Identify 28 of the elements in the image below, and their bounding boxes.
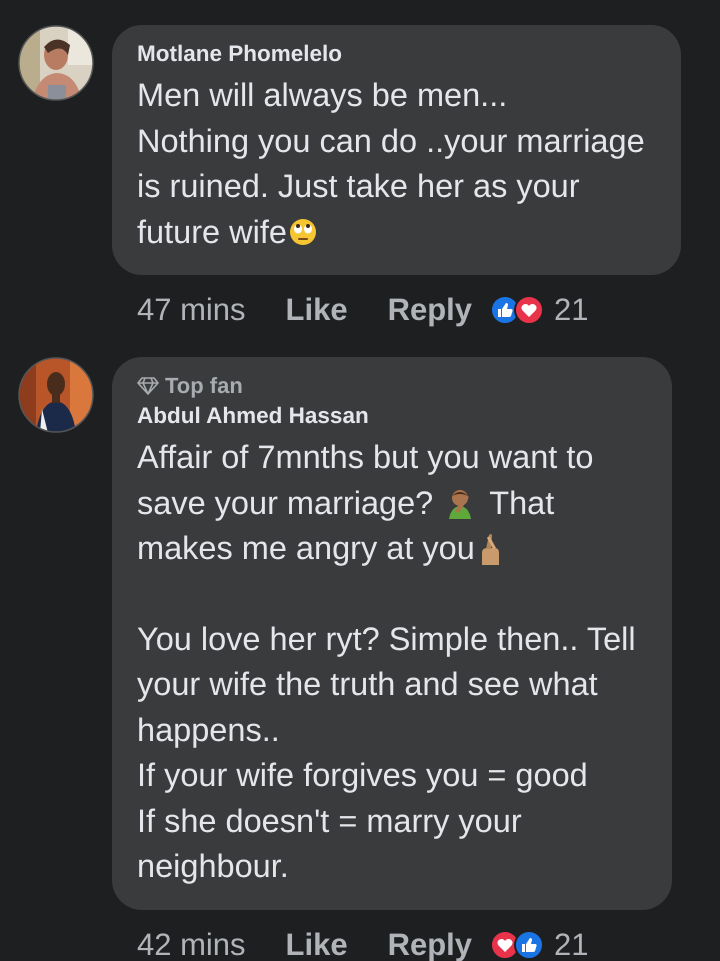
comment-text: is ruined. Just take her as your <box>137 168 580 206</box>
comment-text: future wife <box>137 214 287 251</box>
reaction-count[interactable]: 21 <box>554 926 588 961</box>
reply-button[interactable]: Reply <box>388 926 472 961</box>
comment-text: If she doesn't = marry your <box>137 802 522 840</box>
comment-time: 42 mins <box>137 926 246 961</box>
comment-text: save your marriage? <box>137 484 434 522</box>
comment-text: That <box>489 484 554 522</box>
like-button[interactable]: Like <box>286 292 348 328</box>
comment-time: 47 mins <box>137 292 246 328</box>
comment-text: You love her ryt? Simple then.. Tell <box>137 620 636 658</box>
comment-text: happens.. <box>137 712 280 749</box>
eye-roll-emoji-icon <box>288 218 317 246</box>
comment-text: makes me angry at you <box>137 530 475 568</box>
comment-text: your wife the truth and see what <box>137 666 598 704</box>
comment-text: If your wife forgives you = good <box>137 757 588 794</box>
top-fan-label: Top fan <box>165 373 243 399</box>
author-name[interactable]: Motlane Phomelelo <box>137 41 645 67</box>
comment-text: Men will always be men... <box>137 77 508 114</box>
comment-text: Nothing you can do ..your marriage <box>137 122 645 160</box>
diamond-icon <box>137 377 159 395</box>
comment-text: neighbour. <box>137 848 289 886</box>
reaction-count[interactable]: 21 <box>554 292 588 328</box>
like-button[interactable]: Like <box>286 926 348 961</box>
reply-button[interactable]: Reply <box>388 292 472 328</box>
comment-text: Affair of 7mnths but you want to <box>137 439 594 476</box>
thumbs-up-icon <box>514 930 544 960</box>
author-name[interactable]: Abdul Ahmed Hassan <box>137 403 636 429</box>
